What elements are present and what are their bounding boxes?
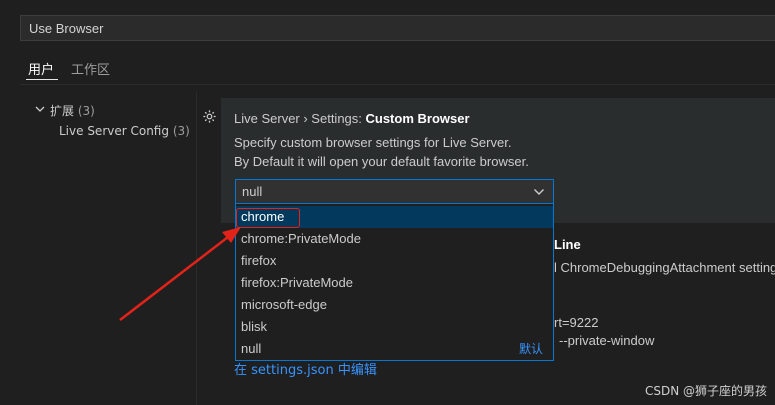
watermark: CSDN @狮子座的男孩 <box>644 384 767 398</box>
edit-in-settings-json-link[interactable]: 在 settings.json 中编辑 <box>234 359 377 378</box>
annotation-arrow-icon <box>119 227 241 321</box>
